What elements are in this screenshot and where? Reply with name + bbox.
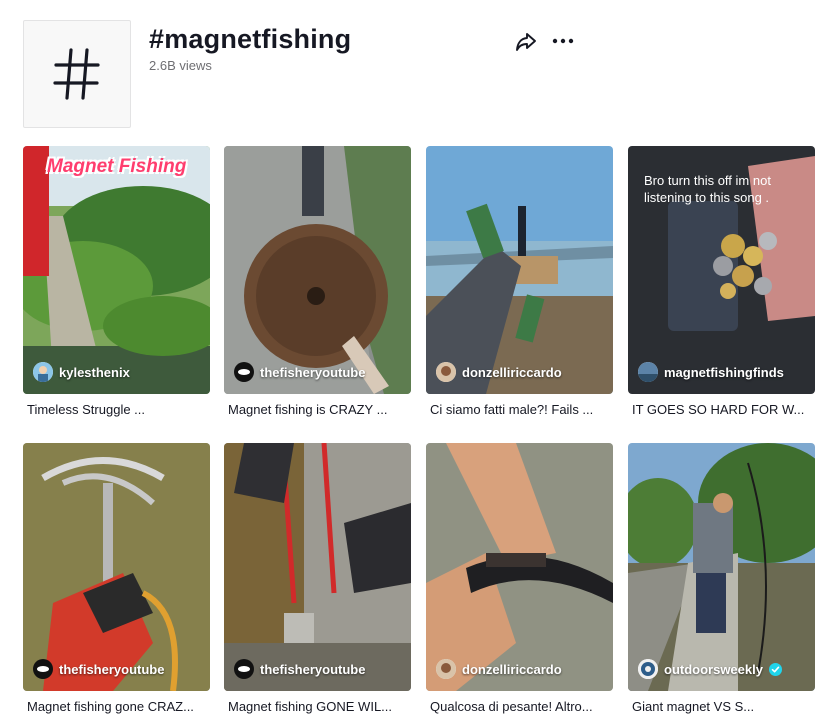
thumbnail-image [426, 146, 613, 394]
video-thumbnail[interactable]: thefisheryoutube [224, 146, 411, 394]
share-button[interactable] [513, 29, 539, 55]
video-caption[interactable]: Magnet fishing gone CRAZ... [27, 699, 207, 714]
video-author[interactable]: thefisheryoutube [234, 659, 365, 679]
author-avatar [436, 659, 456, 679]
video-thumbnail[interactable]: donzelliriccardo [426, 146, 613, 394]
more-dots-icon [552, 38, 574, 44]
video-thumbnail[interactable]: thefisheryoutube [224, 443, 411, 691]
thumbnail-image [23, 146, 210, 394]
author-avatar [234, 362, 254, 382]
thumbnail-image [628, 443, 815, 691]
hashtag-icon [53, 48, 100, 100]
video-thumbnail[interactable]: donzelliriccardo [426, 443, 613, 691]
author-name: outdoorsweekly [664, 661, 763, 677]
thumbnail-image [224, 146, 411, 394]
author-avatar [33, 659, 53, 679]
more-options-button[interactable] [550, 29, 576, 55]
author-name: kylesthenix [59, 364, 130, 380]
verified-badge-icon [768, 662, 782, 676]
author-avatar [638, 362, 658, 382]
video-caption[interactable]: IT GOES SO HARD FOR W... [632, 402, 812, 417]
author-name: donzelliriccardo [462, 661, 562, 677]
video-thumbnail[interactable]: Magnet Fishing kylesthenix [23, 146, 210, 394]
video-overlay-text: Bro turn this off im not listening to th… [644, 173, 771, 205]
video-author[interactable]: magnetfishingfinds [638, 362, 784, 382]
thumbnail-image [23, 443, 210, 691]
author-avatar [234, 659, 254, 679]
author-avatar [436, 362, 456, 382]
hashtag-title: #magnetfishing [149, 24, 352, 54]
share-arrow-icon [516, 33, 536, 51]
author-avatar [33, 362, 53, 382]
author-name: donzelliriccardo [462, 364, 562, 380]
video-author[interactable]: donzelliriccardo [436, 362, 562, 382]
video-author[interactable]: thefisheryoutube [234, 362, 365, 382]
video-caption[interactable]: Ci siamo fatti male?! Fails ... [430, 402, 610, 417]
video-author[interactable]: outdoorsweekly [638, 659, 782, 679]
video-caption[interactable]: Timeless Struggle ... [27, 402, 207, 417]
author-name: magnetfishingfinds [664, 364, 784, 380]
video-caption[interactable]: Giant magnet VS S... [632, 699, 812, 714]
thumbnail-image [426, 443, 613, 691]
thumbnail-image [224, 443, 411, 691]
video-caption[interactable]: Magnet fishing is CRAZY ... [228, 402, 408, 417]
video-author[interactable]: thefisheryoutube [33, 659, 164, 679]
video-author[interactable]: donzelliriccardo [436, 659, 562, 679]
video-overlay-text: Magnet Fishing [47, 156, 187, 177]
hashtag-tile [23, 20, 131, 128]
hashtag-header: #magnetfishing 2.6B views [0, 0, 825, 140]
video-caption[interactable]: Magnet fishing GONE WIL... [228, 699, 408, 714]
video-thumbnail[interactable]: Bro turn this off im not listening to th… [628, 146, 815, 394]
author-name: thefisheryoutube [260, 661, 366, 677]
author-name: thefisheryoutube [59, 661, 165, 677]
video-caption[interactable]: Qualcosa di pesante! Altro... [430, 699, 610, 714]
view-count: 2.6B views [149, 58, 212, 73]
video-thumbnail[interactable]: thefisheryoutube [23, 443, 210, 691]
video-thumbnail[interactable]: outdoorsweekly [628, 443, 815, 691]
author-name: thefisheryoutube [260, 364, 366, 380]
video-author[interactable]: kylesthenix [33, 362, 130, 382]
author-avatar [638, 659, 658, 679]
